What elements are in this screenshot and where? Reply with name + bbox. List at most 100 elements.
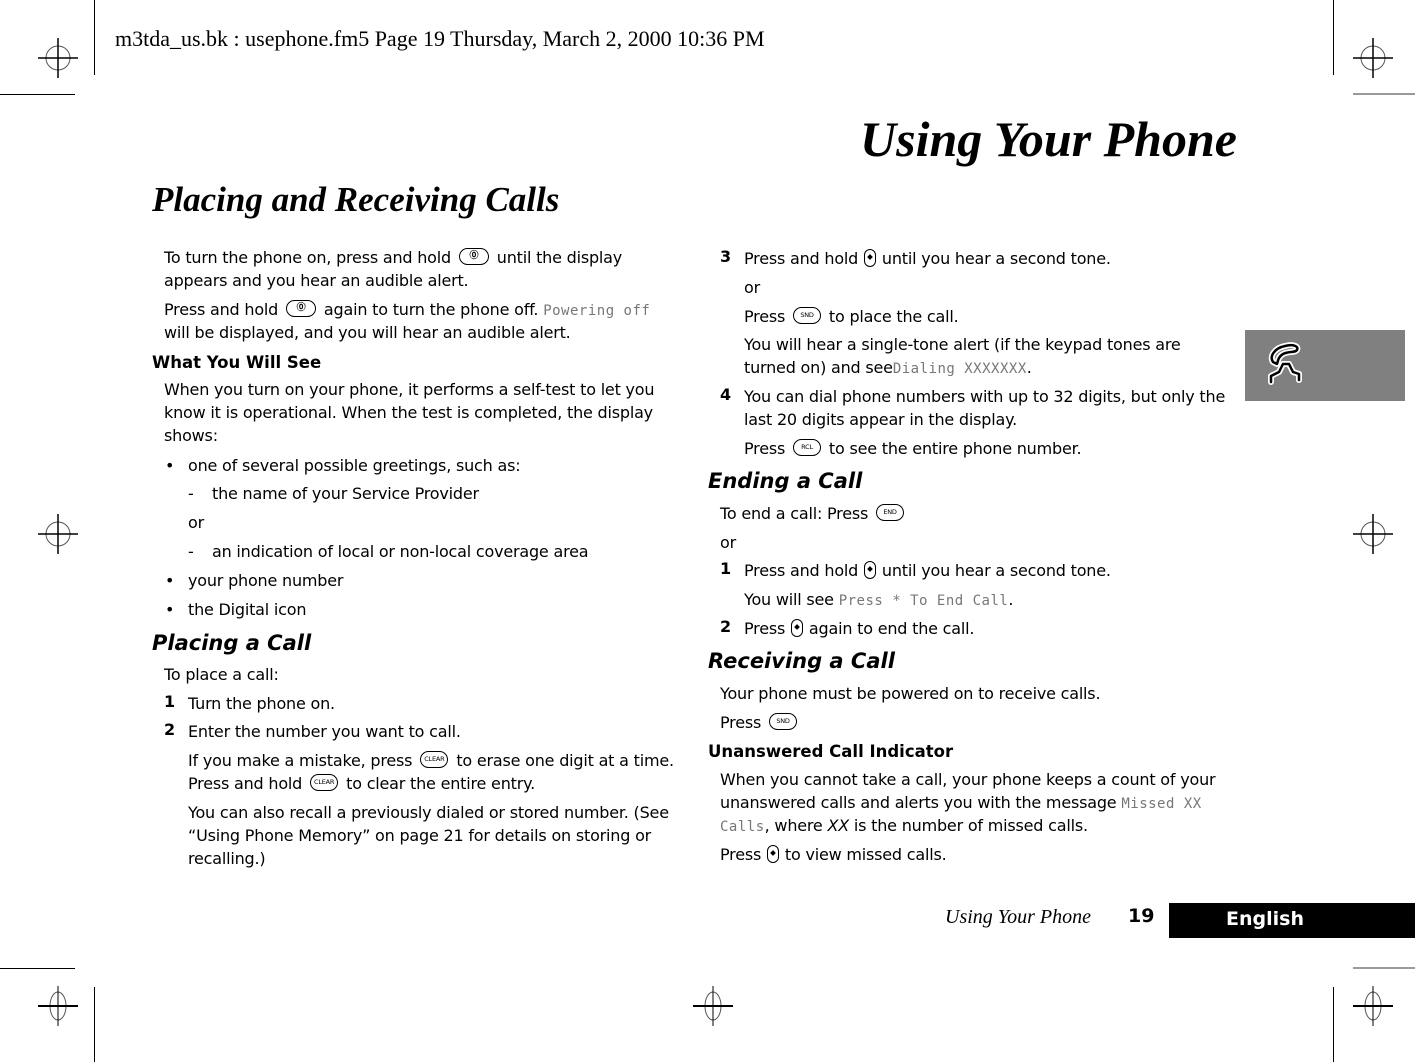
paragraph: Your phone must be powered on to receive… [720,684,1101,703]
paragraph: “Using Phone Memory” on page 21 for deta… [188,826,652,845]
step-number: 1 [164,692,176,711]
paragraph: To turn the phone on, press and hold ⓪ u… [164,246,622,269]
variable-text: XX [827,816,849,835]
paragraph: recalling.) [188,849,266,868]
paragraph: unanswered calls and alerts you with the… [720,791,1202,816]
text: Press and hold [744,249,859,268]
text: turned on) and see [744,358,893,377]
text: until the display [496,248,623,267]
step-text: Press again to end the call. [744,617,974,640]
step-number: 2 [720,617,732,636]
list-item: an indication of local or non-local cove… [212,542,589,561]
send-key-icon: SND [769,713,798,730]
paragraph: Press RCL to see the entire phone number… [744,437,1082,460]
paragraph: Press SND [720,711,800,734]
chapter-tab [1245,330,1405,401]
text: Press [744,619,786,638]
text: , where [764,816,823,835]
text: or [188,513,204,532]
step-number: 1 [720,559,732,578]
paragraph: If you make a mistake, press CLEAR to er… [188,749,674,772]
text: Press [744,307,786,326]
text: to place the call. [828,307,959,326]
heading-receiving-a-call: Receiving a Call [708,649,895,673]
display-text: Calls [720,819,765,835]
language-tab: English [1169,903,1415,938]
step-number: 3 [720,247,732,266]
crop-mark [94,987,95,1062]
step-number: 4 [720,385,732,404]
paragraph: Press and hold CLEAR to clear the entire… [188,772,535,795]
paragraph: To end a call: Press END [720,502,907,525]
clear-key-icon: CLEAR [310,774,339,791]
paragraph: know it is operational. When the test is… [164,403,653,422]
language-label: English [1226,908,1304,930]
text: Press and hold [164,300,279,319]
paragraph: Press and hold ⓪ again to turn the phone… [164,298,650,323]
registration-mark-icon [38,38,78,78]
nav-key-icon [864,248,877,267]
text: If you make a mistake, press [188,751,413,770]
power-key-icon: ⓪ [458,248,489,265]
text: is the number of missed calls. [853,816,1088,835]
paragraph: appears and you hear an audible alert. [164,271,469,290]
registration-mark-icon [38,514,78,554]
text: To turn the phone on, press and hold [164,248,451,267]
text: until you hear a second tone. [881,249,1111,268]
text: . [1026,358,1032,377]
step-text: Press and hold until you hear a second t… [744,559,1111,582]
recall-key-icon: RCL [793,439,822,456]
text: to see the entire phone number. [828,439,1082,458]
text: to view missed calls. [784,845,947,864]
nav-key-icon [767,844,780,863]
footer-chapter-title: Using Your Phone [945,906,1091,928]
nav-key-icon [791,618,804,637]
subheading-unanswered-call-indicator: Unanswered Call Indicator [708,742,954,761]
text: or [720,533,736,552]
chapter-title: Using Your Phone [860,111,1237,167]
text: To end a call: Press [720,504,869,523]
page-number: 19 [1128,905,1155,927]
crop-mark [0,94,75,95]
text: You will see [744,590,834,609]
text: or [744,278,760,297]
nav-key-icon [864,560,877,579]
display-text: Missed XX [1121,796,1202,812]
text: until you hear a second tone. [881,561,1111,580]
text: again to turn the phone off. [323,300,539,319]
end-key-icon: END [876,504,905,521]
text: Press [720,845,762,864]
paragraph: Press to view missed calls. [720,843,947,866]
dash-icon: - [188,484,194,503]
step-text: You can dial phone numbers with up to 32… [744,387,1226,406]
paragraph: shows: [164,426,218,445]
text: Press and hold [188,774,303,793]
text: Press [744,439,786,458]
crop-mark [0,968,75,969]
list-item: one of several possible greetings, such … [188,456,521,475]
display-text: Powering off [543,303,651,319]
heading-ending-a-call: Ending a Call [708,469,863,493]
paragraph: turned on) and seeDialing XXXXXXX. [744,356,1032,381]
text: unanswered calls and alerts you with the… [720,793,1117,812]
bullet-icon: • [165,600,175,619]
dash-icon: - [188,542,194,561]
registration-mark-icon [1353,38,1393,78]
step-text: Press and hold until you hear a second t… [744,247,1111,270]
paragraph: Press SND to place the call. [744,305,959,328]
paragraph: will be displayed, and you will hear an … [164,323,571,342]
heading-placing-a-call: Placing a Call [152,631,312,655]
step-text: Turn the phone on. [188,694,335,713]
clear-key-icon: CLEAR [420,751,449,768]
registration-mark-icon [1353,514,1393,554]
paragraph: To place a call: [164,665,279,684]
crop-mark [1353,967,1415,969]
bullet-icon: • [165,571,175,590]
list-item: the name of your Service Provider [212,484,479,503]
crop-mark [94,0,95,75]
phone-handset-icon [1268,342,1302,385]
text: Press [720,713,762,732]
registration-mark-icon [1353,986,1393,1026]
crop-mark [1353,93,1415,95]
crop-mark [1333,987,1334,1062]
